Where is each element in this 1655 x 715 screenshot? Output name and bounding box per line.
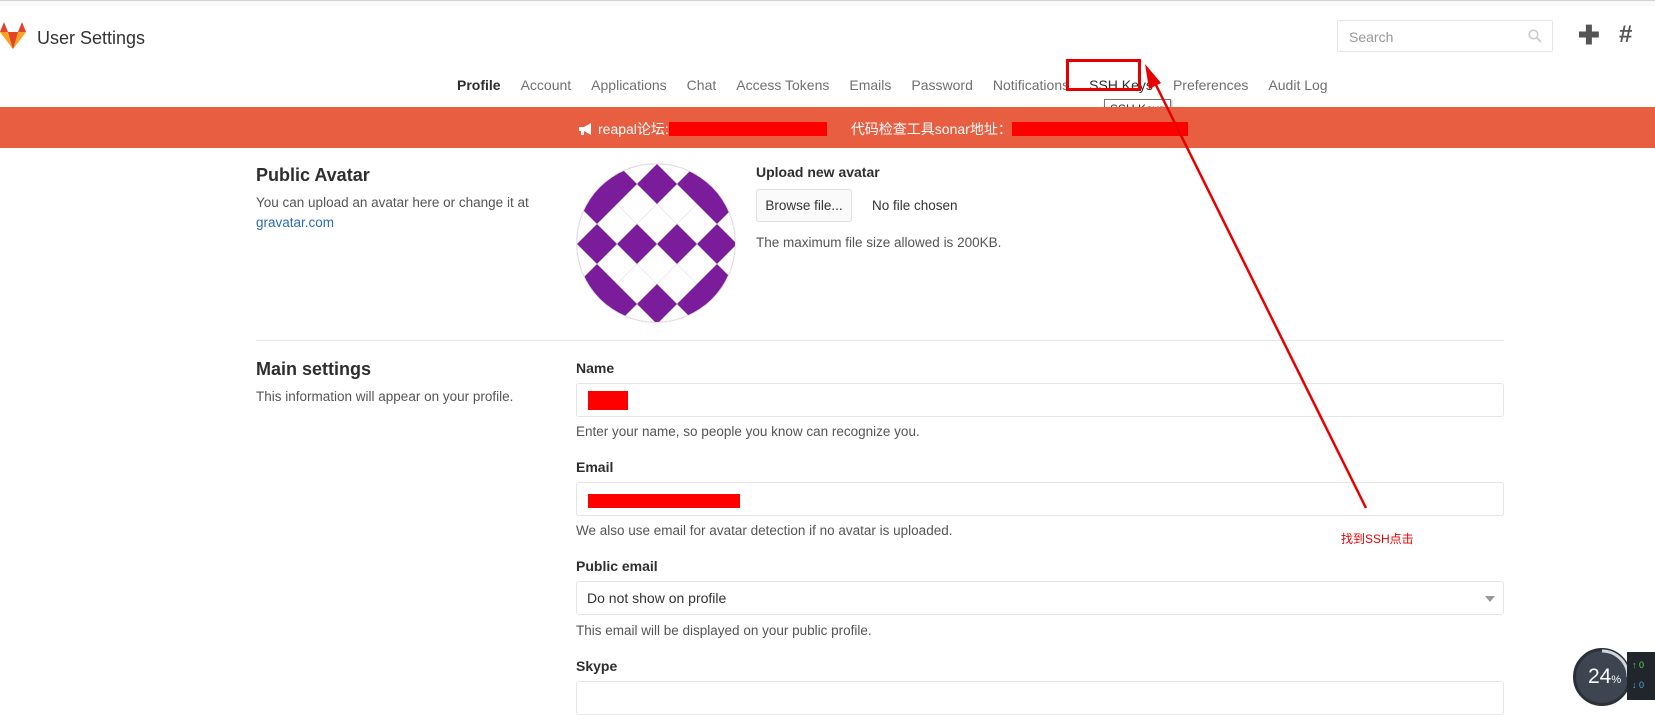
tab-account[interactable]: Account bbox=[511, 61, 582, 110]
settings-tab-nav: Profile Account Applications Chat Access… bbox=[447, 61, 1338, 113]
email-help: We also use email for avatar detection i… bbox=[576, 523, 953, 538]
download-speed: ↓ 0 bbox=[1632, 680, 1645, 690]
public-avatar-desc-text: You can upload an avatar here or change … bbox=[256, 195, 529, 210]
identicon-pattern bbox=[577, 164, 735, 322]
redacted-email bbox=[588, 494, 740, 508]
public-avatar-desc: You can upload an avatar here or change … bbox=[256, 193, 529, 233]
skype-label: Skype bbox=[576, 658, 618, 674]
gravatar-link[interactable]: gravatar.com bbox=[256, 215, 334, 230]
redacted-block bbox=[668, 122, 827, 136]
redacted-block bbox=[1011, 122, 1188, 136]
main-settings-title: Main settings bbox=[256, 359, 372, 379]
new-item-plus-icon[interactable]: ✚ bbox=[1578, 22, 1600, 48]
upload-speed-value: 0 bbox=[1639, 660, 1645, 670]
redacted-name bbox=[588, 391, 628, 410]
max-file-size-hint: The maximum file size allowed is 200KB. bbox=[756, 235, 1002, 250]
name-help: Enter your name, so people you know can … bbox=[576, 424, 920, 439]
upload-speed: ↑ 0 bbox=[1632, 660, 1645, 670]
browse-file-button[interactable]: Browse file... bbox=[756, 189, 852, 222]
ssh-keys-highlight-box bbox=[1066, 59, 1141, 91]
usage-percent-sign: % bbox=[1611, 674, 1622, 686]
tab-preferences[interactable]: Preferences bbox=[1163, 61, 1258, 110]
search-input[interactable] bbox=[1347, 22, 1521, 52]
usage-percent-value: 24 bbox=[1588, 665, 1612, 688]
banner-text-sonar: 代码检查工具sonar地址： bbox=[850, 121, 1012, 137]
tab-profile[interactable]: Profile bbox=[447, 61, 511, 110]
tab-password[interactable]: Password bbox=[901, 61, 982, 110]
download-speed-value: 0 bbox=[1639, 680, 1645, 690]
skype-field[interactable] bbox=[576, 681, 1504, 715]
avatar bbox=[576, 163, 736, 323]
public-email-help: This email will be displayed on your pub… bbox=[576, 623, 872, 638]
usage-percent: 24% bbox=[1588, 665, 1621, 689]
email-label: Email bbox=[576, 459, 614, 475]
banner-text-forum: reapal论坛: bbox=[598, 121, 669, 137]
public-email-select[interactable]: Do not show on profile bbox=[576, 581, 1504, 615]
tab-notifications[interactable]: Notifications bbox=[983, 61, 1079, 110]
page-title: User Settings bbox=[37, 28, 146, 48]
tab-chat[interactable]: Chat bbox=[677, 61, 727, 110]
gitlab-logo-icon[interactable] bbox=[0, 22, 26, 50]
upload-avatar-label: Upload new avatar bbox=[756, 164, 880, 180]
chevron-down-icon bbox=[1485, 596, 1495, 602]
email-field[interactable] bbox=[576, 482, 1504, 516]
tab-emails[interactable]: Emails bbox=[839, 61, 901, 110]
public-avatar-title: Public Avatar bbox=[256, 165, 370, 185]
tab-access-tokens[interactable]: Access Tokens bbox=[726, 61, 839, 110]
search-icon[interactable] bbox=[1528, 29, 1542, 43]
public-email-label: Public email bbox=[576, 558, 658, 574]
broadcast-banner: reapal论坛: 代码检查工具sonar地址： bbox=[0, 107, 1655, 148]
name-label: Name bbox=[576, 360, 615, 376]
snippets-hash-icon[interactable]: # bbox=[1619, 22, 1632, 48]
megaphone-icon bbox=[579, 123, 591, 135]
name-field[interactable] bbox=[576, 383, 1504, 417]
annotation-note: 找到SSH点击 bbox=[1341, 532, 1414, 546]
main-settings-desc: This information will appear on your pro… bbox=[256, 389, 514, 404]
tab-applications[interactable]: Applications bbox=[581, 61, 677, 110]
header-bar: User Settings ✚ # Profile Account Applic… bbox=[0, 6, 1655, 110]
no-file-chosen-text: No file chosen bbox=[872, 198, 958, 213]
section-divider bbox=[256, 340, 1504, 341]
tab-audit-log[interactable]: Audit Log bbox=[1258, 61, 1337, 110]
search-box[interactable] bbox=[1337, 20, 1553, 52]
public-email-selected-value: Do not show on profile bbox=[587, 590, 727, 606]
